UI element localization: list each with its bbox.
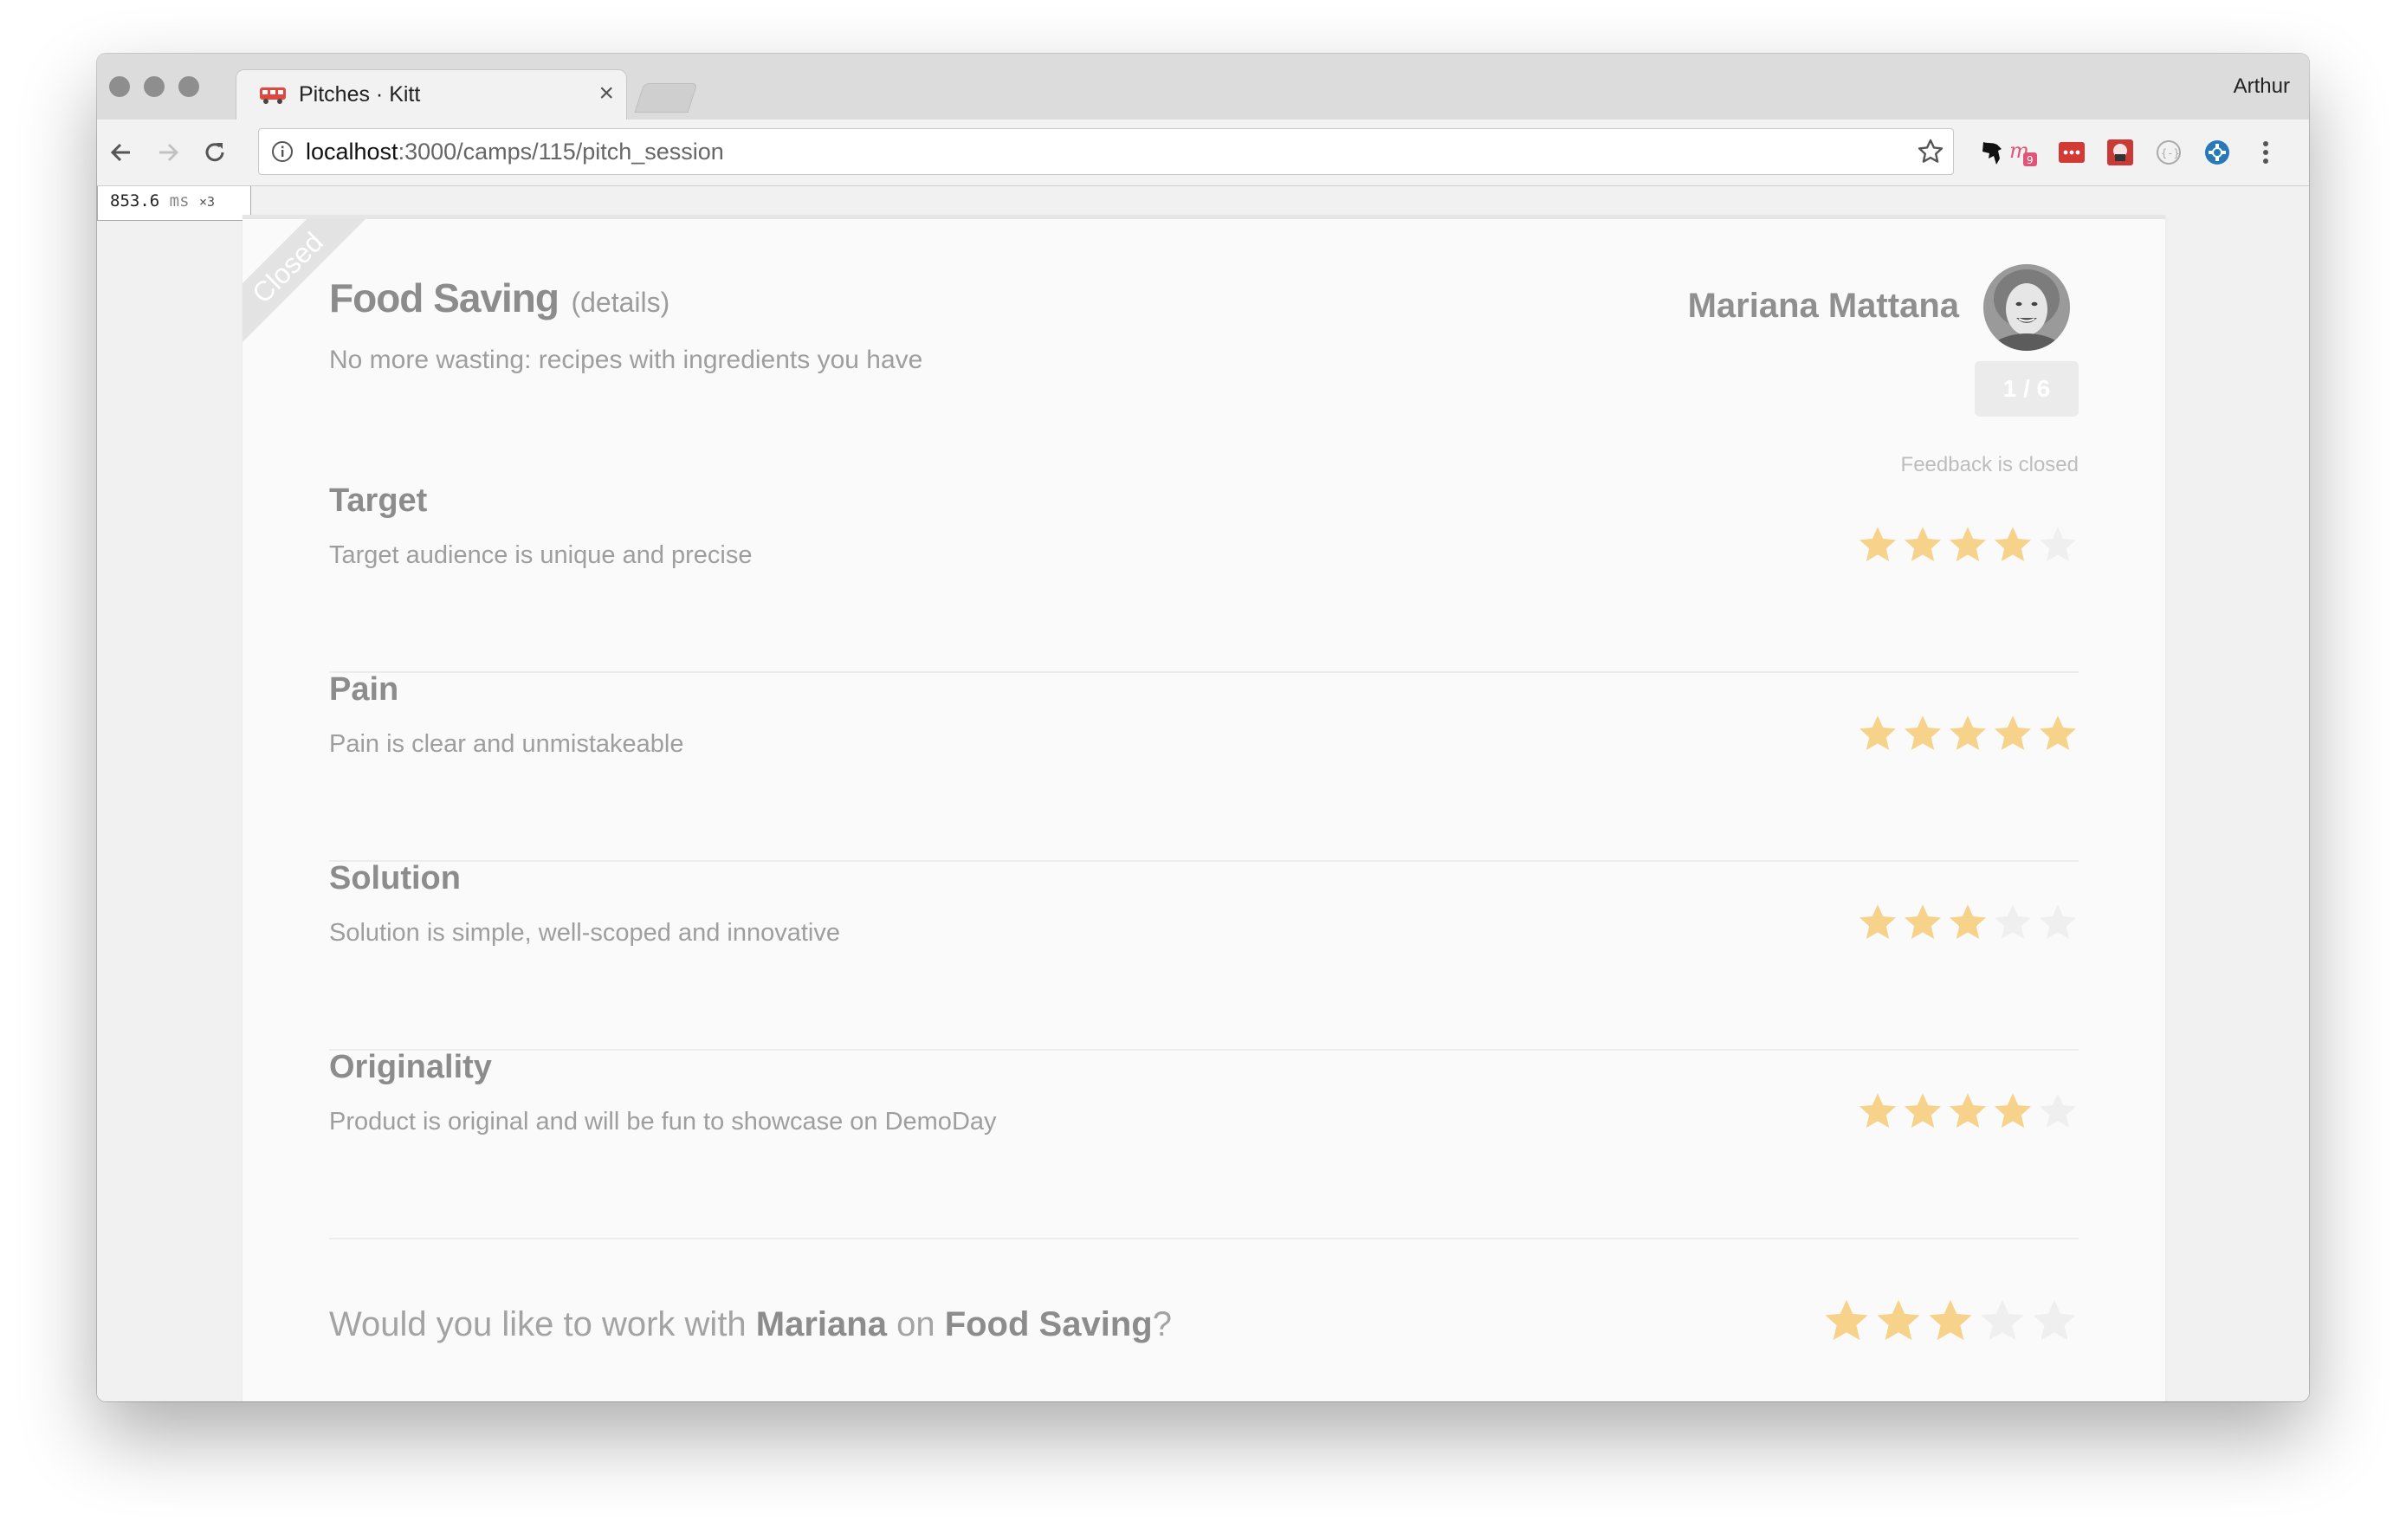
criterion-target: Target Target audience is unique and pre… [329, 482, 2079, 673]
new-tab-button[interactable] [634, 83, 698, 113]
close-window-button[interactable] [109, 76, 130, 97]
bus-icon [260, 87, 286, 104]
star-empty-icon [1981, 1299, 2024, 1341]
star-rating [1857, 713, 2079, 754]
details-link[interactable]: (details) [571, 287, 669, 318]
criterion-description: Target audience is unique and precise [329, 541, 753, 569]
founder-avatar-image [1983, 264, 2070, 351]
minimize-window-button[interactable] [144, 76, 165, 97]
m-extension-icon[interactable]: m 9 [2008, 137, 2039, 168]
star-filled-icon [1859, 715, 1896, 750]
back-icon[interactable] [107, 139, 135, 166]
perf-counter: 853.6 ms ×3 [97, 186, 251, 221]
perf-value: 853.6 [110, 191, 160, 210]
question-prefix: Would you like to work with [329, 1305, 756, 1343]
feedback-status: Feedback is closed [1900, 453, 2079, 476]
pitch-card: Closed Food Saving (details) No more was… [243, 215, 2165, 1401]
star-filled-icon [1859, 1093, 1896, 1128]
page-viewport: 853.6 ms ×3 Closed Food Saving (details)… [97, 186, 2309, 1401]
criterion-pain: Pain Pain is clear and unmistakeable [329, 671, 2079, 862]
url-text[interactable]: localhost:3000/camps/115/pitch_session [306, 139, 724, 165]
perf-multiplier: ×3 [199, 194, 216, 210]
profile-name[interactable]: Arthur [2234, 74, 2290, 99]
dotted-circle-extension-icon[interactable]: {-} [2153, 137, 2184, 168]
star-filled-icon [1929, 1299, 1972, 1341]
star-filled-icon [1859, 527, 1896, 561]
star-rating [1857, 524, 2079, 566]
star-filled-icon [1905, 904, 1941, 939]
pitch-counter: 1 / 6 [1975, 361, 2079, 417]
criterion-description: Product is original and will be fun to s… [329, 1108, 997, 1136]
question-middle: on [886, 1305, 945, 1343]
svg-text:9: 9 [2027, 154, 2034, 166]
star-filled-icon [1859, 904, 1896, 939]
question-suffix: ? [1152, 1305, 1172, 1343]
criterion-title: Target [329, 482, 428, 519]
tab-strip: Pitches · Kitt × Arthur [97, 54, 2309, 120]
url-path: :3000/camps/115/pitch_session [398, 139, 724, 165]
question-project: Food Saving [944, 1305, 1153, 1343]
star-rating [1857, 1090, 2079, 1132]
star-empty-icon [2040, 1093, 2076, 1128]
star-filled-icon [1995, 1093, 2031, 1128]
address-bar[interactable]: localhost:3000/camps/115/pitch_session [258, 128, 1954, 175]
criterion-originality: Originality Product is original and will… [329, 1049, 2079, 1239]
star-filled-icon [1995, 715, 2031, 750]
pitch-header: Food Saving (details) [329, 275, 669, 321]
star-empty-icon [2040, 904, 2076, 939]
star-filled-icon [1877, 1299, 1920, 1341]
star-empty-icon [2033, 1299, 2076, 1341]
star-filled-icon [1905, 527, 1941, 561]
avatar [1983, 264, 2070, 351]
pitch-tagline: No more wasting: recipes with ingredient… [329, 346, 923, 374]
star-filled-icon [1950, 527, 1986, 561]
picture-extension-icon[interactable] [2105, 137, 2136, 168]
maximize-window-button[interactable] [178, 76, 199, 97]
network-extension-icon[interactable] [2202, 137, 2233, 168]
tab-close-icon[interactable]: × [598, 79, 614, 108]
bookmark-star-icon[interactable] [1917, 138, 1944, 165]
question-founder: Mariana [755, 1305, 887, 1343]
svg-text:{-}: {-} [2161, 147, 2180, 159]
url-host: localhost [306, 139, 398, 165]
founder-name: Mariana Mattana [1687, 287, 1959, 325]
perf-unit: ms [169, 191, 190, 210]
star-empty-icon [2040, 527, 2076, 561]
browser-window: Pitches · Kitt × Arthur localhost:3000/c… [97, 54, 2309, 1401]
star-filled-icon [1995, 527, 2031, 561]
star-filled-icon [1825, 1299, 1868, 1341]
star-filled-icon [2040, 715, 2076, 750]
star-filled-icon [1950, 1093, 1986, 1128]
menu-icon[interactable] [2250, 137, 2281, 168]
work-with-question: Would you like to work with Mariana on F… [329, 1305, 1172, 1344]
criterion-title: Solution [329, 860, 461, 896]
star-rating [1857, 902, 2079, 943]
star-empty-icon [1995, 904, 2031, 939]
star-filled-icon [1905, 715, 1941, 750]
info-icon[interactable] [271, 140, 294, 163]
pitch-title: Food Saving [329, 275, 559, 320]
star-filled-icon [1950, 904, 1986, 939]
reload-icon[interactable] [201, 139, 229, 166]
toolbar: localhost:3000/camps/115/pitch_session m… [97, 120, 2309, 186]
tab-title: Pitches · Kitt [299, 82, 421, 107]
forward-icon[interactable] [154, 139, 182, 166]
criterion-title: Originality [329, 1049, 492, 1085]
bird-extension-icon[interactable] [1976, 137, 2008, 168]
criterion-description: Solution is simple, well-scoped and inno… [329, 919, 840, 947]
password-extension-icon[interactable] [2056, 137, 2087, 168]
criterion-title: Pain [329, 671, 399, 708]
star-filled-icon [1905, 1093, 1941, 1128]
criterion-description: Pain is clear and unmistakeable [329, 730, 684, 758]
star-filled-icon [1950, 715, 1986, 750]
work-with-rating [1822, 1297, 2079, 1345]
tab-pitches[interactable]: Pitches · Kitt × [236, 69, 627, 120]
criterion-solution: Solution Solution is simple, well-scoped… [329, 860, 2079, 1051]
